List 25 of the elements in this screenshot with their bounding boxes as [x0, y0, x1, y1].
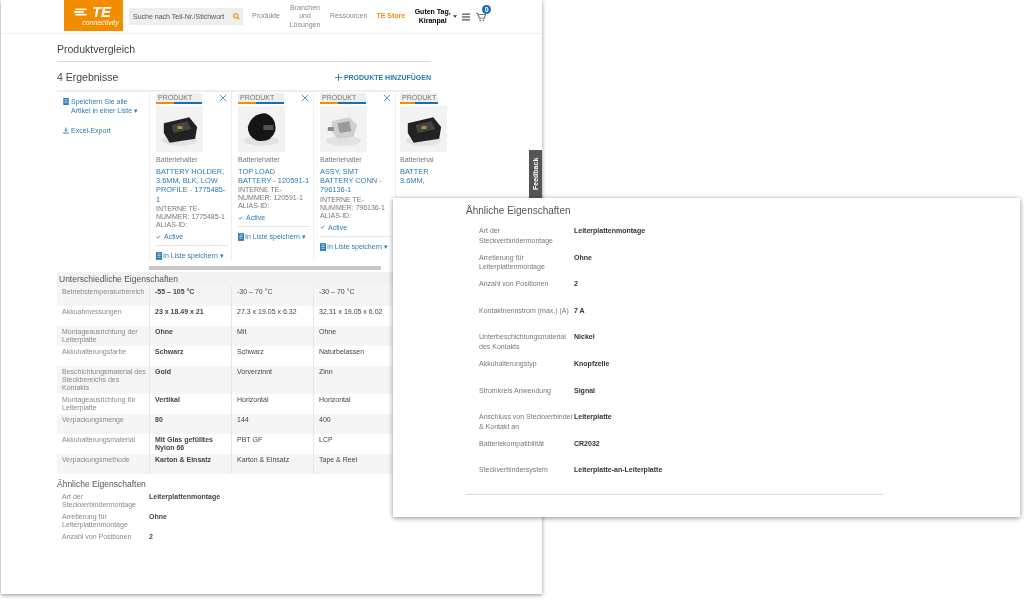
list-icon — [156, 252, 162, 261]
close-icon[interactable] — [219, 94, 227, 102]
download-icon — [63, 127, 69, 134]
scrollbar[interactable] — [149, 266, 381, 271]
section-title: Ähnliche Eigenschaften — [57, 479, 147, 490]
close-icon[interactable] — [383, 94, 391, 102]
check-icon — [238, 215, 243, 220]
page-title: Produktvergleich — [57, 34, 431, 62]
caret-icon — [453, 15, 458, 18]
list-icon — [320, 242, 326, 251]
cart-icon[interactable] — [476, 11, 487, 22]
check-icon — [156, 234, 161, 239]
close-icon[interactable] — [301, 94, 309, 102]
list-icon — [238, 233, 244, 242]
search-icon[interactable] — [233, 13, 240, 20]
accent-bar — [238, 102, 284, 104]
plus-icon — [334, 73, 342, 81]
accent-bar — [320, 102, 366, 104]
panel-title: Ähnliche Eigenschaften — [466, 205, 572, 216]
accent-bar — [156, 102, 202, 104]
list-icon — [63, 98, 69, 105]
check-icon — [320, 225, 325, 230]
accent-bar — [400, 102, 439, 104]
results-count: 4 Ergebnisse — [57, 71, 119, 83]
list-icon[interactable] — [462, 12, 471, 21]
